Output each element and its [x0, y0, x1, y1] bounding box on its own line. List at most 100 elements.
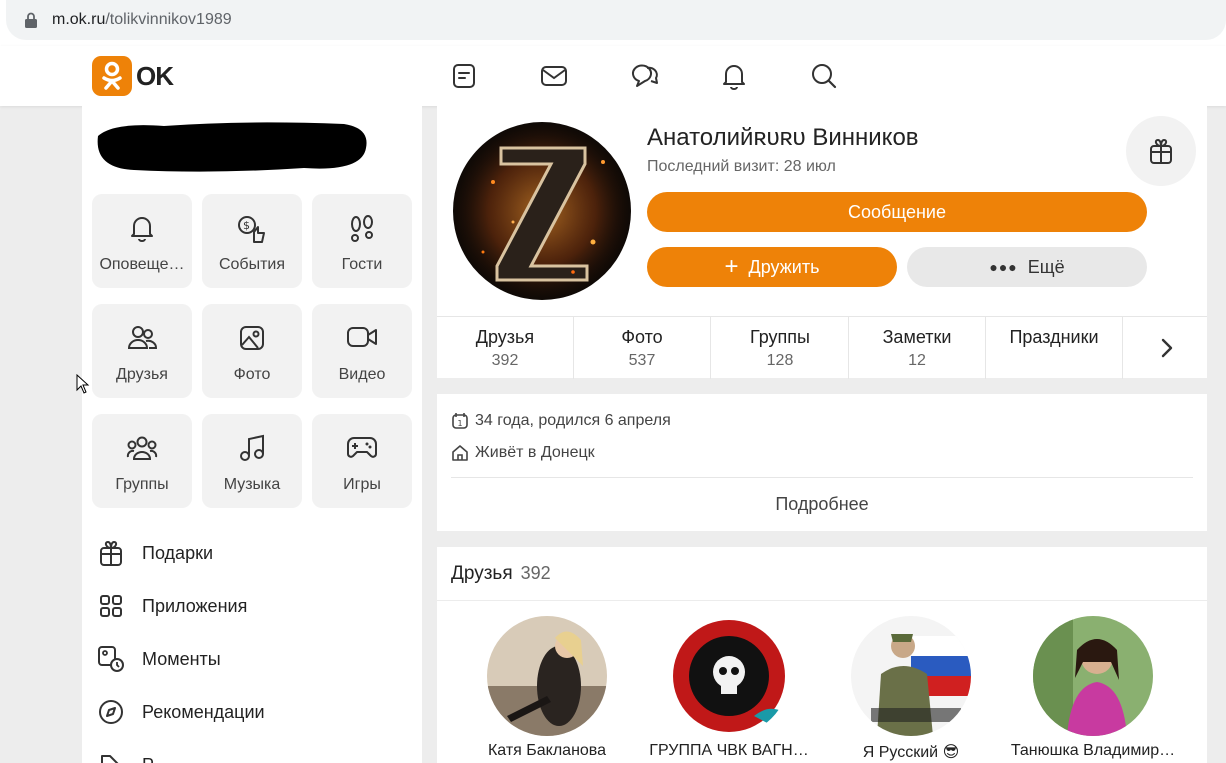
feed-icon[interactable] — [448, 60, 480, 92]
ok-logo-icon — [92, 56, 132, 96]
stat-groups[interactable]: Группы 128 — [712, 317, 849, 379]
add-friend-button[interactable]: + Дружить — [647, 247, 897, 287]
tile-music[interactable]: Музыка — [202, 414, 302, 508]
friends-title: Друзья — [451, 563, 513, 584]
age-row: 1 34 года, родился 6 апреля — [451, 412, 671, 430]
search-icon[interactable] — [808, 60, 840, 92]
tile-label: Гости — [341, 256, 383, 273]
chevron-right-icon[interactable] — [1152, 333, 1182, 363]
tile-label: Музыка — [223, 476, 281, 493]
gift-icon — [1150, 138, 1172, 164]
sidebar-item-label: Подарки — [142, 542, 214, 563]
tile-games[interactable]: Игры — [312, 414, 412, 508]
tile-photo[interactable]: Фото — [202, 304, 302, 398]
svg-text:1: 1 — [458, 419, 463, 428]
sidebar-item-label: Рекомендации — [142, 701, 265, 722]
tile-notifications[interactable]: Оповеще… — [92, 194, 192, 288]
city-row: Живёт в Донецк — [451, 444, 595, 462]
last-visit: Последний визит: 28 июл — [647, 158, 836, 175]
logo-text: OK — [136, 60, 174, 91]
bell-icon[interactable] — [718, 60, 750, 92]
divider — [437, 600, 1207, 601]
friend-name: Катя Бакланова — [487, 742, 607, 759]
mail-icon[interactable] — [538, 60, 570, 92]
left-sidebar: Оповеще… $ События Гости Друзья Фото Вид… — [82, 106, 422, 763]
top-navigation: OK — [0, 46, 1226, 106]
friends-header[interactable]: Друзья 392 — [451, 563, 551, 585]
tile-label: Друзья — [116, 366, 168, 383]
gift-button[interactable] — [1126, 116, 1196, 186]
stat-value: 537 — [628, 352, 656, 369]
profile-stats: Друзья 392 Фото 537 Группы 128 Заметки 1… — [437, 316, 1207, 379]
message-button-label: Сообщение — [848, 201, 946, 222]
friend-avatar — [487, 616, 607, 736]
sidebar-item-apps[interactable]: Приложения — [96, 589, 247, 623]
friend-item[interactable]: ГРУППА ЧВК ВАГН… — [638, 616, 820, 760]
friend-avatar — [669, 616, 789, 736]
tile-label: Игры — [343, 476, 381, 493]
calendar-icon: 1 — [451, 412, 469, 430]
divider — [451, 477, 1193, 478]
sidebar-item-label: Р… — [142, 755, 172, 763]
stat-value: 12 — [908, 352, 926, 369]
friend-item[interactable]: Танюшка Владимир… — [1002, 616, 1184, 760]
avatar-z-image — [453, 122, 631, 300]
tile-events[interactable]: $ События — [202, 194, 302, 288]
profile-card: Z Анатолийʀᴜʀᴜ Винников Последний визит:… — [437, 106, 1207, 379]
more-button-label: Ещё — [1027, 256, 1065, 277]
sidebar-item-recommendations[interactable]: Рекомендации — [96, 695, 265, 729]
browser-address-bar: m.ok.ru/tolikvinnikov1989 — [0, 0, 1226, 46]
friend-item[interactable]: Я Русский 😎 — [820, 616, 1002, 762]
video-icon — [312, 324, 412, 354]
stat-value: 128 — [766, 352, 794, 369]
groups-icon — [92, 434, 192, 464]
stat-notes[interactable]: Заметки 12 — [849, 317, 986, 379]
tag-icon — [96, 750, 126, 763]
gamepad-icon — [312, 434, 412, 464]
friends-card: Друзья 392 Катя Бакланова ГРУППА ЧВК ВАГН… — [437, 547, 1207, 763]
profile-avatar[interactable]: Z — [453, 122, 631, 300]
gift-icon — [96, 538, 126, 568]
url-field[interactable]: m.ok.ru/tolikvinnikov1989 — [6, 0, 1226, 40]
tile-groups[interactable]: Группы — [92, 414, 192, 508]
sidebar-item-partial[interactable]: Р… — [96, 748, 172, 763]
more-details-link[interactable]: Подробнее — [437, 494, 1207, 515]
friend-avatar — [851, 616, 971, 736]
tile-label: Группы — [115, 476, 169, 493]
friends-icon — [92, 324, 192, 354]
message-button[interactable]: Сообщение — [647, 192, 1147, 232]
url-path: /tolikvinnikov1989 — [105, 11, 232, 28]
city-text: Живёт в Донецк — [475, 444, 595, 461]
stat-label: Праздники — [1009, 327, 1099, 347]
tile-guests[interactable]: Гости — [312, 194, 412, 288]
friend-item[interactable]: Катя Бакланова — [456, 616, 638, 760]
redaction-mark — [97, 122, 367, 172]
url-host: m.ok.ru — [52, 11, 106, 28]
tile-label: Видео — [338, 366, 386, 383]
tile-video[interactable]: Видео — [312, 304, 412, 398]
stat-friends[interactable]: Друзья 392 — [437, 317, 574, 379]
sidebar-item-gifts[interactable]: Подарки — [96, 536, 213, 570]
mouse-cursor-icon — [76, 374, 90, 394]
plus-icon: + — [724, 253, 739, 280]
profile-name: Анатолийʀᴜʀᴜ Винников — [647, 124, 919, 151]
info-card: 1 34 года, родился 6 апреля Живёт в Доне… — [437, 394, 1207, 531]
friend-name: Я Русский 😎 — [862, 744, 960, 761]
sidebar-item-moments[interactable]: Моменты — [96, 642, 221, 676]
footprints-icon — [312, 214, 412, 244]
friend-name: ГРУППА ЧВК ВАГН… — [649, 742, 809, 759]
stat-label: Фото — [621, 327, 663, 347]
tile-friends[interactable]: Друзья — [92, 304, 192, 398]
more-button[interactable]: ●●● Ещё — [907, 247, 1147, 287]
stat-label: Группы — [750, 327, 810, 347]
apps-icon — [96, 591, 126, 621]
add-friend-label: Дружить — [748, 256, 820, 277]
tile-label: Фото — [233, 366, 271, 383]
sidebar-item-label: Приложения — [142, 595, 248, 616]
stat-value: 392 — [491, 352, 519, 369]
chat-icon[interactable] — [628, 60, 660, 92]
stat-holidays[interactable]: Праздники — [986, 317, 1123, 379]
ok-logo[interactable]: OK — [92, 56, 174, 96]
stat-label: Заметки — [882, 327, 952, 347]
stat-photos[interactable]: Фото 537 — [574, 317, 711, 379]
